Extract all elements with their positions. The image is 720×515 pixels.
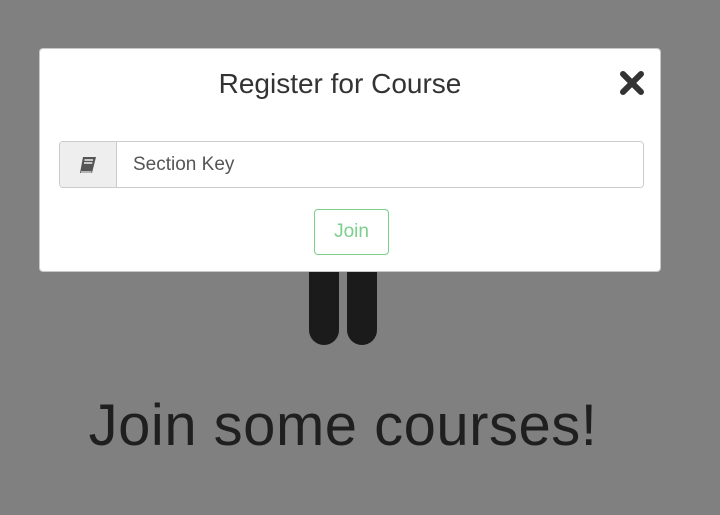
section-key-input-group (59, 141, 644, 188)
modal-title: Register for Course (218, 68, 462, 99)
section-key-input[interactable] (117, 142, 643, 187)
book-addon (60, 142, 117, 187)
close-button[interactable] (618, 67, 646, 99)
book-icon (80, 156, 96, 173)
empty-state-heading: Join some courses! (88, 393, 598, 458)
register-course-modal: Register for Course Join (39, 48, 661, 272)
join-button[interactable]: Join (314, 209, 389, 255)
close-icon (620, 71, 644, 95)
